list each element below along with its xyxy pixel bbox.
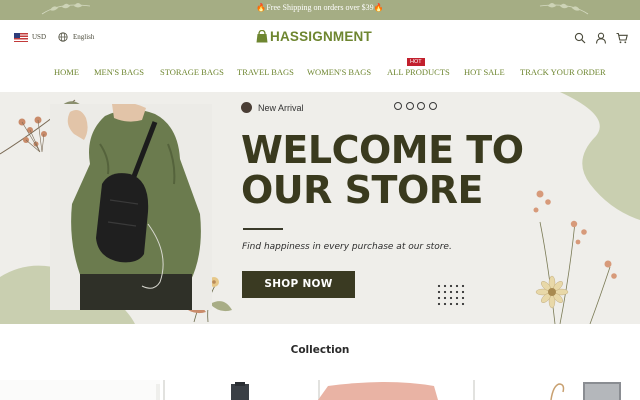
language-selector[interactable]: English [73, 33, 94, 41]
shopping-bag-logo-icon [256, 30, 268, 43]
new-arrival-eyebrow: New Arrival [241, 102, 304, 113]
hero-headline: WELCOME TO OUR STORE [241, 130, 524, 210]
slider-pagination [394, 102, 440, 110]
collection-card-2[interactable] [163, 380, 315, 400]
shop-now-button[interactable]: SHOP NOW [242, 271, 355, 298]
hero-headline-line-1: WELCOME TO [241, 128, 524, 172]
nav-track-your-order[interactable]: TRACK YOUR ORDER [520, 67, 606, 77]
locale-selector: USD English [14, 32, 94, 42]
new-arrival-badge-icon [241, 102, 252, 113]
slide-dot-4[interactable] [428, 102, 437, 110]
nav-hot-sale[interactable]: HOT SALE [464, 67, 505, 77]
hero-product-photo [50, 104, 212, 310]
slide-dot-2[interactable] [405, 102, 414, 110]
currency-selector[interactable]: USD [32, 33, 46, 41]
slide-dot-1[interactable] [394, 102, 402, 110]
headline-divider [243, 228, 283, 230]
nav-all-products[interactable]: ALL PRODUCTS [387, 67, 450, 77]
nav-travel-bags[interactable]: TRAVEL BAGS [237, 67, 294, 77]
search-icon[interactable] [574, 31, 586, 44]
nav-mens-bags[interactable]: MEN'S BAGS [94, 67, 144, 77]
globe-icon[interactable] [58, 32, 68, 42]
collection-card-3[interactable] [318, 380, 470, 400]
hero-headline-line-2: OUR STORE [241, 168, 483, 212]
slide-dot-3[interactable] [417, 102, 425, 110]
announcement-text: 🔥Free Shipping on orders over $39🔥 [256, 3, 384, 12]
site-header: USD English HASSIGNMENT [0, 20, 640, 58]
account-icon[interactable] [595, 31, 607, 44]
new-arrival-text: New Arrival [258, 102, 304, 113]
nav-womens-bags[interactable]: WOMEN'S BAGS [307, 67, 371, 77]
announcement-bar: 🔥Free Shipping on orders over $39🔥 [0, 0, 640, 20]
hot-badge: HOT [407, 58, 425, 66]
us-flag-icon[interactable] [14, 32, 28, 42]
nav-home[interactable]: HOME [54, 67, 79, 77]
nav-storage-bags[interactable]: STORAGE BAGS [160, 67, 224, 77]
dot-grid-decoration [436, 283, 466, 307]
collection-heading: Collection [290, 344, 350, 356]
cart-icon[interactable] [616, 31, 628, 44]
hero-tagline: Find happiness in every purchase at our … [242, 242, 452, 252]
hero-banner[interactable]: New Arrival WELCOME TO OUR STORE Find ha… [0, 92, 640, 324]
collection-card-4[interactable] [473, 380, 640, 400]
collection-card-1[interactable] [0, 380, 160, 400]
collection-row [0, 380, 640, 400]
main-navigation: HOME MEN'S BAGS STORAGE BAGS TRAVEL BAGS… [0, 58, 640, 80]
header-actions [565, 31, 628, 44]
logo-text: HASSIGNMENT [270, 29, 372, 44]
site-logo[interactable]: HASSIGNMENT [256, 29, 372, 44]
